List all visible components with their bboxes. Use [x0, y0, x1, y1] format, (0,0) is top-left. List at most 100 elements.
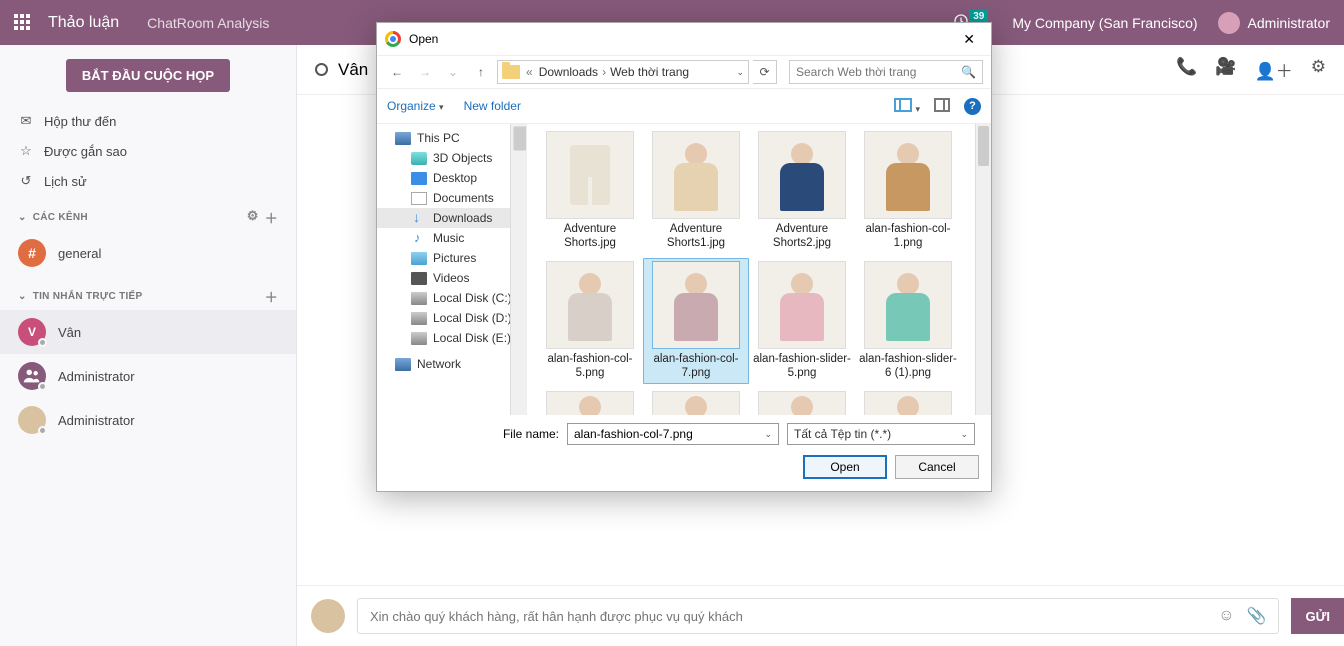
filename-input[interactable]: alan-fashion-col-7.png⌄ — [567, 423, 779, 445]
file-open-dialog: Open ✕ ← → ⌄ ↑ « Downloads › Web thời tr… — [376, 22, 992, 492]
presence-icon — [315, 63, 328, 76]
avatar-icon — [311, 599, 345, 633]
plus-icon[interactable]: ＋ — [265, 208, 278, 227]
user-menu[interactable]: Administrator — [1218, 12, 1330, 34]
search-box[interactable]: 🔍 — [789, 60, 983, 84]
search-icon[interactable]: 🔍 — [961, 65, 976, 79]
dm-header[interactable]: ⌄TIN NHẮN TRỰC TIẾP ＋ — [0, 275, 296, 310]
nav-up-icon[interactable]: ↑ — [469, 60, 493, 84]
channels-header[interactable]: ⌄CÁC KÊNH ⚙＋ — [0, 196, 296, 231]
tree-scrollbar[interactable] — [510, 124, 526, 415]
music-icon — [411, 232, 427, 245]
app-subtitle[interactable]: ChatRoom Analysis — [147, 15, 269, 31]
folder-tree: This PC 3D Objects Desktop Documents Dow… — [377, 124, 527, 415]
chevron-down-icon: ⌄ — [18, 212, 27, 223]
tree-desktop[interactable]: Desktop — [377, 168, 526, 188]
organize-menu[interactable]: Organize ▾ — [387, 99, 444, 113]
new-folder-button[interactable]: New folder — [464, 99, 521, 113]
tree-videos[interactable]: Videos — [377, 268, 526, 288]
disk-icon — [411, 292, 427, 305]
chevron-down-icon[interactable]: ⌄ — [441, 60, 465, 84]
tree-disk-d[interactable]: Local Disk (D:) — [377, 308, 526, 328]
filetype-select[interactable]: Tất cả Tệp tin (*.*)⌄ — [787, 423, 975, 445]
chat-title: Vân — [338, 60, 368, 80]
attachment-icon[interactable]: 📎 — [1247, 606, 1267, 626]
sidebar-history[interactable]: ↺Lịch sử — [18, 166, 278, 196]
file-item[interactable] — [855, 388, 961, 416]
nav-forward-icon[interactable]: → — [413, 60, 437, 84]
file-item[interactable]: Adventure Shorts.jpg — [537, 128, 643, 254]
file-item[interactable] — [749, 388, 855, 416]
tree-3d-objects[interactable]: 3D Objects — [377, 148, 526, 168]
dialog-titlebar: Open ✕ — [377, 23, 991, 55]
gear-icon[interactable]: ⚙ — [247, 208, 259, 227]
videos-icon — [411, 272, 427, 285]
tree-documents[interactable]: Documents — [377, 188, 526, 208]
file-item[interactable]: Adventure Shorts2.jpg — [749, 128, 855, 254]
file-grid: Adventure Shorts.jpgAdventure Shorts1.jp… — [527, 124, 991, 415]
emoji-icon[interactable]: ☺ — [1218, 607, 1234, 625]
tree-network[interactable]: Network — [377, 354, 526, 374]
cancel-button[interactable]: Cancel — [895, 455, 979, 479]
star-icon: ☆ — [18, 143, 34, 159]
file-item[interactable]: alan-fashion-col-7.png — [643, 258, 749, 384]
company-selector[interactable]: My Company (San Francisco) — [1012, 15, 1197, 31]
folder-icon — [502, 65, 520, 79]
sidebar-starred[interactable]: ☆Được gắn sao — [18, 136, 278, 166]
file-item[interactable]: alan-fashion-col-1.png — [855, 128, 961, 254]
app-title[interactable]: Thảo luận — [48, 14, 119, 32]
plus-icon[interactable]: ＋ — [265, 287, 278, 306]
chevron-down-icon[interactable]: ⌄ — [736, 67, 744, 78]
dm-admin-2[interactable]: Administrator — [0, 398, 296, 442]
chat-input-wrap[interactable]: ☺ 📎 — [357, 598, 1279, 634]
start-meeting-button[interactable]: BẮT ĐẦU CUỘC HỌP — [66, 59, 230, 92]
tree-music[interactable]: Music — [377, 228, 526, 248]
disk-icon — [411, 332, 427, 345]
tree-this-pc[interactable]: This PC — [377, 128, 526, 148]
team-icon — [18, 362, 46, 390]
phone-icon[interactable]: 📞 — [1176, 57, 1197, 82]
tree-pictures[interactable]: Pictures — [377, 248, 526, 268]
refresh-icon[interactable]: ⟳ — [753, 60, 777, 84]
add-user-icon[interactable]: 👤＋ — [1255, 57, 1293, 82]
tree-disk-e[interactable]: Local Disk (E:) — [377, 328, 526, 348]
sidebar-inbox[interactable]: ✉Hộp thư đến — [18, 106, 278, 136]
inbox-icon: ✉ — [18, 113, 34, 129]
network-icon — [395, 358, 411, 371]
nav-back-icon[interactable]: ← — [385, 60, 409, 84]
tree-disk-c[interactable]: Local Disk (C:) — [377, 288, 526, 308]
user-name: Administrator — [1248, 15, 1330, 31]
apps-icon[interactable] — [14, 14, 32, 32]
chevron-down-icon[interactable]: ⌄ — [960, 429, 968, 440]
file-item[interactable] — [643, 388, 749, 416]
filename-label: File name: — [389, 427, 559, 441]
avatar-icon — [18, 406, 46, 434]
help-icon[interactable]: ? — [964, 98, 981, 115]
tree-downloads[interactable]: Downloads — [377, 208, 526, 228]
file-item[interactable]: Adventure Shorts1.jpg — [643, 128, 749, 254]
grid-scrollbar[interactable] — [975, 124, 991, 415]
file-item[interactable] — [537, 388, 643, 416]
chat-input[interactable] — [370, 609, 1206, 624]
file-item[interactable]: alan-fashion-slider-6 (1).png — [855, 258, 961, 384]
video-icon[interactable]: 🎥 — [1215, 57, 1236, 82]
dm-van[interactable]: VVân — [0, 310, 296, 354]
send-button[interactable]: GỬI — [1291, 598, 1344, 634]
channel-general[interactable]: #general — [0, 231, 296, 275]
settings-icon[interactable]: ⚙ — [1311, 57, 1326, 82]
file-item[interactable]: alan-fashion-slider-5.png — [749, 258, 855, 384]
close-icon[interactable]: ✕ — [955, 27, 983, 52]
search-input[interactable] — [796, 65, 961, 79]
breadcrumb[interactable]: « Downloads › Web thời trang ⌄ — [497, 60, 749, 84]
chevron-down-icon[interactable]: ⌄ — [764, 429, 772, 440]
file-name: Adventure Shorts.jpg — [540, 222, 640, 251]
file-item[interactable]: alan-fashion-col-5.png — [537, 258, 643, 384]
view-mode-icon[interactable]: ▾ — [894, 98, 920, 115]
objects-icon — [411, 152, 427, 165]
open-button[interactable]: Open — [803, 455, 887, 479]
dialog-title: Open — [409, 32, 438, 46]
dialog-toolbar: Organize ▾ New folder ▾ ? — [377, 89, 991, 123]
file-name: alan-fashion-slider-6 (1).png — [858, 352, 958, 381]
preview-pane-icon[interactable] — [934, 98, 950, 115]
dm-admin-1[interactable]: Administrator — [0, 354, 296, 398]
